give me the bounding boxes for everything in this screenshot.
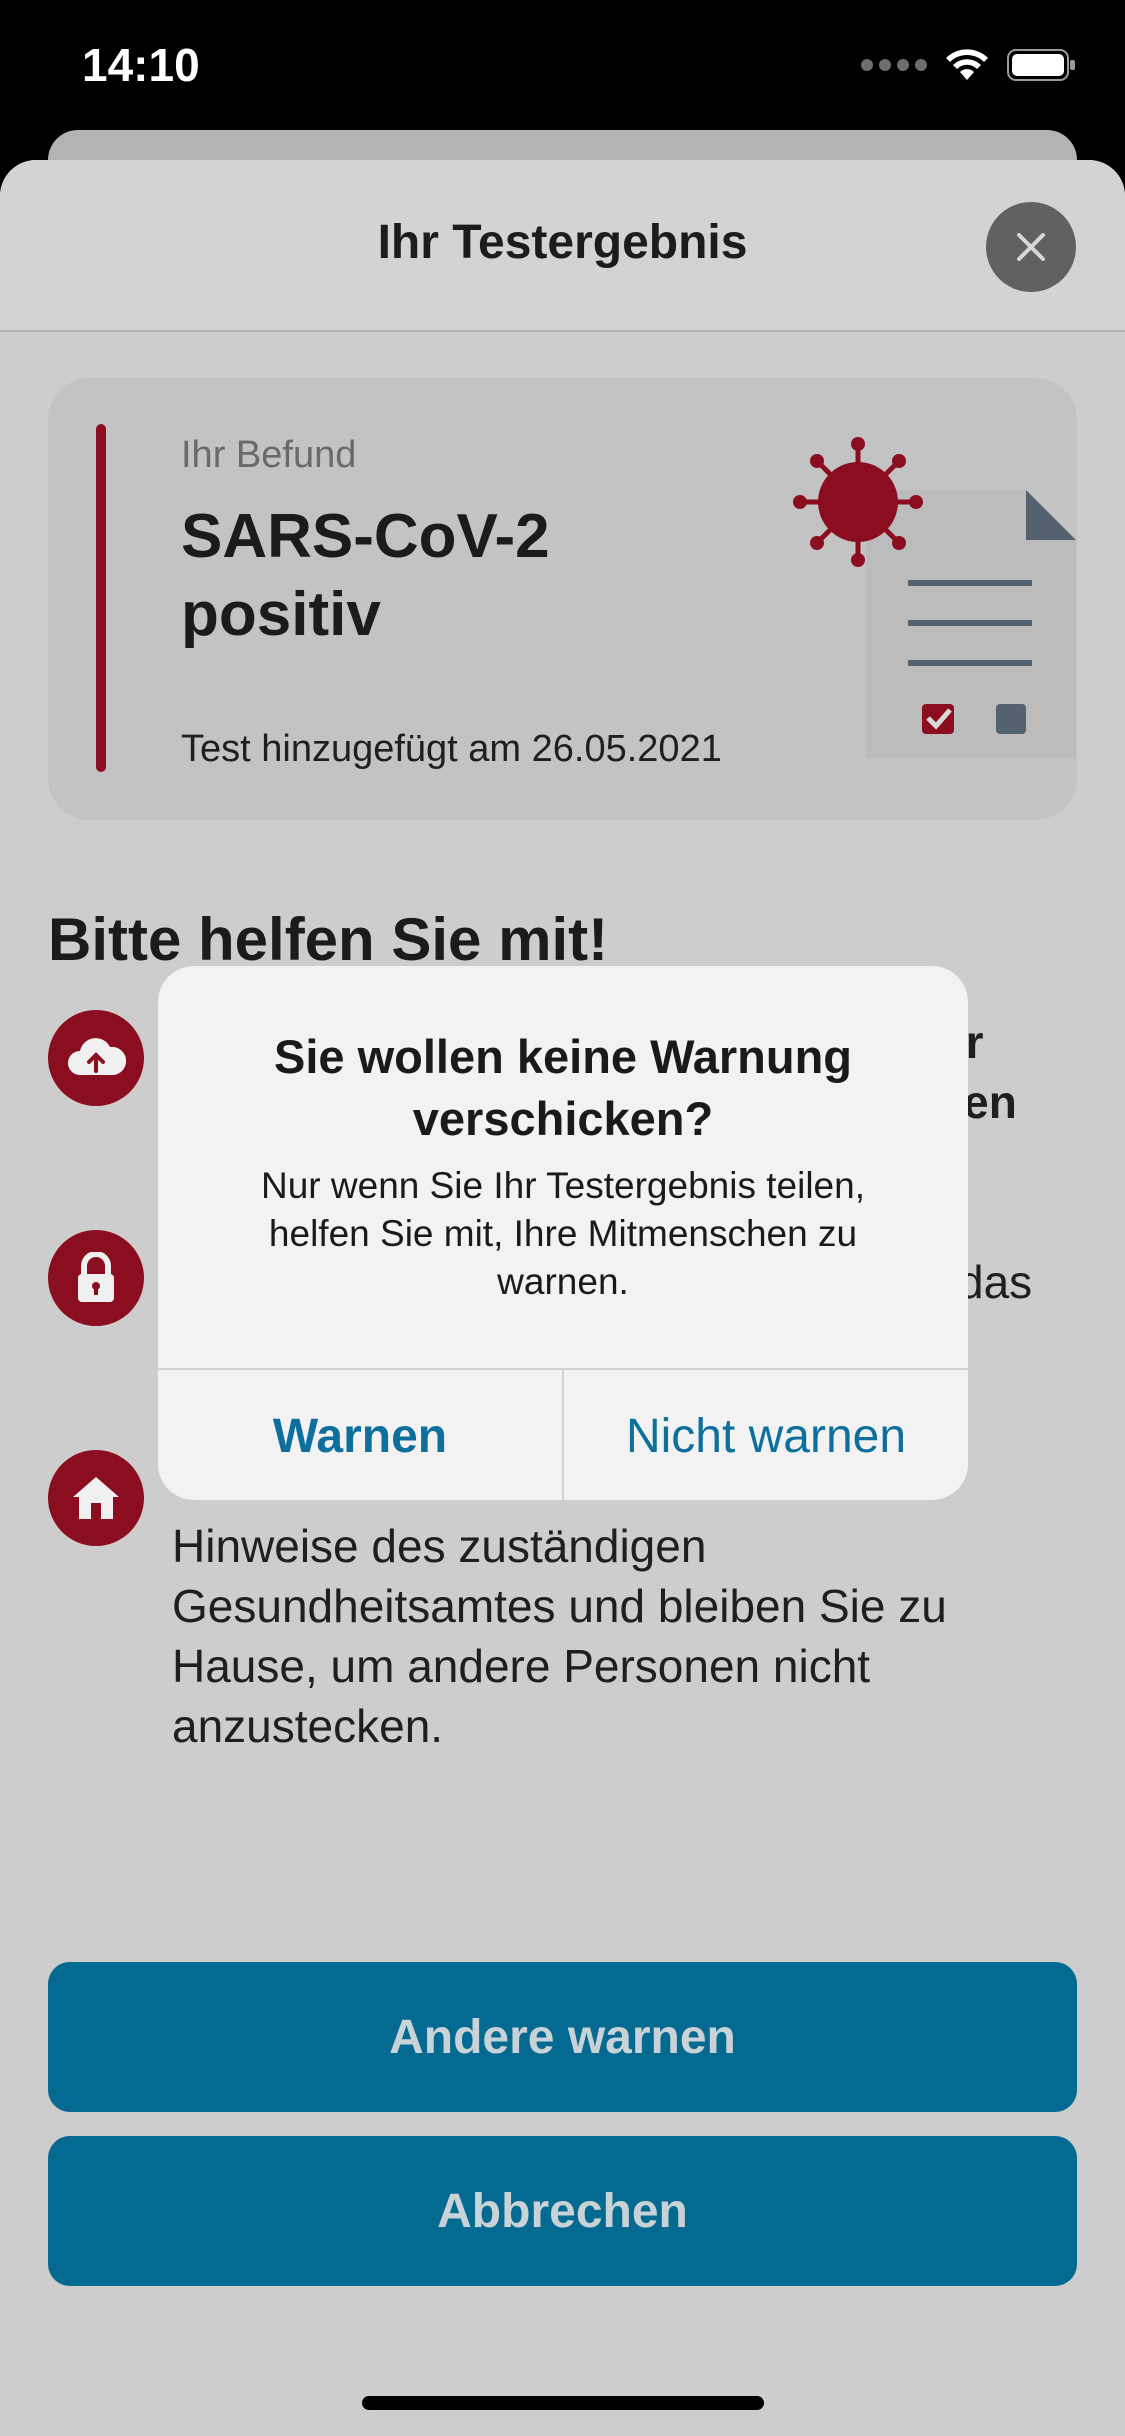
- warn-others-button[interactable]: Andere warnen: [48, 1962, 1077, 2112]
- status-bar: 14:10: [0, 0, 1125, 140]
- status-time: 14:10: [82, 39, 200, 91]
- help-text-home: Hinweise des zuständigen Gesundheitsamte…: [172, 1520, 947, 1752]
- result-card: Ihr Befund SARS-CoV-2 positiv Test hinzu…: [48, 378, 1077, 820]
- signal-icon: [861, 59, 927, 71]
- alert-message: Nur wenn Sie Ihr Testergebnis teilen, he…: [261, 1165, 865, 1302]
- result-value: SARS-CoV-2 positiv: [181, 502, 550, 649]
- cancel-button[interactable]: Abbrechen: [48, 2136, 1077, 2286]
- close-button[interactable]: [986, 202, 1076, 292]
- warn-button[interactable]: Warnen: [158, 1370, 564, 1500]
- alert-title: Sie wollen keine Warnung verschicken?: [273, 1030, 853, 1145]
- lock-icon: [48, 1230, 144, 1326]
- dont-warn-button[interactable]: Nicht warnen: [564, 1370, 968, 1500]
- help-text-privacy: das: [958, 1256, 1033, 1308]
- home-icon: [48, 1450, 144, 1546]
- virus-document-icon: [793, 437, 1076, 758]
- status-icons: [861, 48, 1077, 82]
- home-indicator[interactable]: [362, 2396, 764, 2410]
- wifi-icon: [946, 49, 988, 80]
- cloud-upload-icon: [48, 1010, 144, 1106]
- result-date: Test hinzugefügt am 26.05.2021: [181, 728, 722, 770]
- alert-dialog: Sie wollen keine Warnung verschicken? Nu…: [158, 966, 968, 1500]
- help-title: Bitte helfen Sie mit!: [48, 906, 609, 973]
- result-label: Ihr Befund: [181, 434, 357, 476]
- sheet-title: Ihr Testergebnis: [377, 216, 748, 269]
- close-icon: [1017, 233, 1045, 261]
- result-accent-bar: [96, 424, 106, 772]
- battery-icon: [1007, 49, 1075, 81]
- alert-buttons: Warnen Nicht warnen: [158, 1368, 968, 1500]
- sheet-header: Ihr Testergebnis: [0, 160, 1125, 332]
